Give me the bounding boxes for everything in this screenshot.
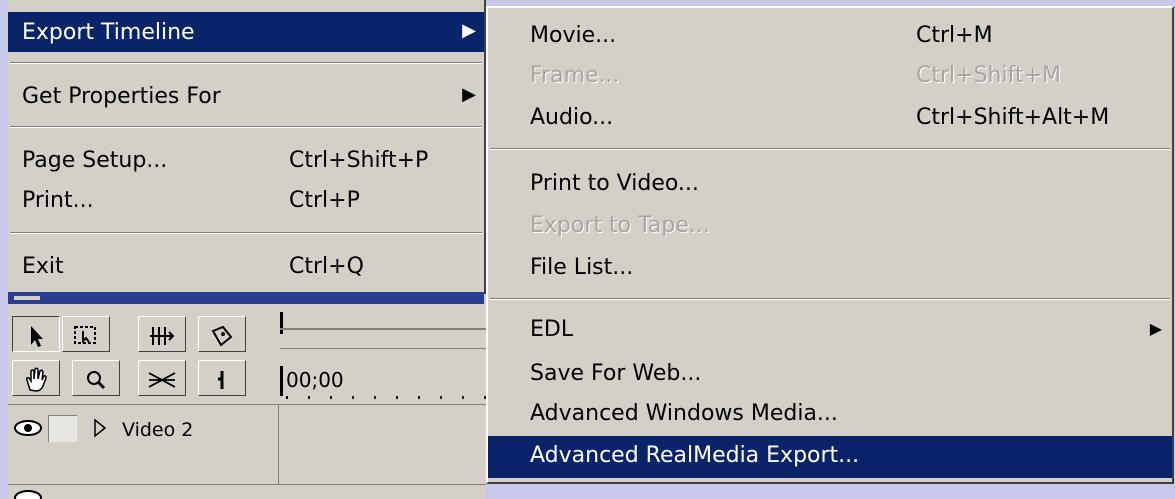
menu-item-shortcut: Ctrl+M <box>916 23 993 48</box>
zoom-icon <box>87 370 106 389</box>
menu-item-label: Page Setup... <box>22 148 168 173</box>
eye-icon[interactable] <box>12 417 44 439</box>
menu-item-label: Exit <box>22 254 64 279</box>
selection-tool-button[interactable] <box>12 316 60 352</box>
track-header-next <box>8 484 486 499</box>
menu-item-shortcut: Ctrl+Q <box>289 254 364 279</box>
menu-item-label: EDL <box>530 317 574 342</box>
timeline-ruler[interactable]: 00;00 <box>278 304 486 404</box>
zoom-tool-button[interactable] <box>72 360 120 396</box>
arrow-icon <box>31 325 43 347</box>
menu-item-label: Movie... <box>530 23 617 48</box>
ruler-line <box>280 348 486 349</box>
track-select-icon <box>150 326 175 345</box>
menu-separator <box>490 298 1170 300</box>
cross-fade-tool-button[interactable] <box>138 360 186 396</box>
ruler-marker <box>280 312 283 334</box>
menu-separator <box>10 126 482 128</box>
submenu-item-print-to-video[interactable]: Print to Video... <box>488 164 1172 204</box>
menu-item-label: Advanced RealMedia Export... <box>530 443 860 468</box>
menu-item-label: Advanced Windows Media... <box>530 401 838 426</box>
submenu-item-advanced-realmedia-export[interactable]: Advanced RealMedia Export... <box>488 436 1172 478</box>
menu-item-shortcut: Ctrl+P <box>289 188 360 213</box>
submenu-item-file-list[interactable]: File List... <box>488 248 1172 288</box>
menu-item-label: Save For Web... <box>530 361 702 386</box>
track-header-video2: Video 2 <box>8 404 278 485</box>
current-time-indicator <box>280 366 283 396</box>
menu-separator <box>490 148 1170 150</box>
submenu-item-edl[interactable]: EDL ▶ <box>488 310 1172 350</box>
menu-separator <box>10 62 482 64</box>
menu-item-export-timeline[interactable]: Export Timeline ▶ <box>8 12 484 52</box>
submenu-arrow-icon: ▶ <box>1149 319 1162 338</box>
file-menu: Export Timeline ▶ Get Properties For ▶ P… <box>8 0 486 294</box>
ruler-ticks <box>286 396 486 399</box>
hand-tool-button[interactable] <box>12 360 60 396</box>
lock-toggle[interactable] <box>48 415 77 442</box>
export-timeline-submenu: Movie... Ctrl+M Frame... Ctrl+Shift+M Au… <box>486 6 1174 484</box>
track-select-tool-button[interactable] <box>138 316 186 352</box>
menu-item-print[interactable]: Print... Ctrl+P <box>8 180 484 220</box>
menu-item-shortcut: Ctrl+Shift+P <box>289 148 429 173</box>
menu-separator <box>10 232 482 234</box>
razor-tool-button[interactable] <box>198 316 246 352</box>
submenu-item-export-to-tape[interactable]: Export to Tape... <box>488 206 1172 246</box>
range-select-icon <box>74 325 96 344</box>
menu-item-label: Get Properties For <box>22 84 221 109</box>
timeline-toolbox <box>8 304 278 404</box>
menu-item-label: Export Timeline <box>22 20 195 45</box>
menu-item-label: Export to Tape... <box>530 213 710 238</box>
submenu-arrow-icon: ▶ <box>462 84 476 105</box>
menu-item-get-properties-for[interactable]: Get Properties For ▶ <box>8 76 484 116</box>
menu-item-exit[interactable]: Exit Ctrl+Q <box>8 246 484 286</box>
cross-fade-icon <box>148 371 176 388</box>
razor-icon <box>211 325 233 347</box>
menu-item-label: Frame... <box>530 63 620 88</box>
hand-icon <box>26 366 47 392</box>
track-name-label: Video 2 <box>122 419 194 441</box>
menu-item-shortcut: Ctrl+Shift+Alt+M <box>916 105 1110 130</box>
submenu-arrow-icon: ▶ <box>462 20 476 41</box>
menu-item-label: File List... <box>530 255 634 280</box>
timecode-label: 00;00 <box>286 368 344 392</box>
submenu-item-frame[interactable]: Frame... Ctrl+Shift+M <box>488 56 1172 96</box>
menu-item-page-setup[interactable]: Page Setup... Ctrl+Shift+P <box>8 140 484 180</box>
eye-icon[interactable] <box>12 487 44 499</box>
edit-point-tool-button[interactable] <box>198 360 246 396</box>
submenu-item-movie[interactable]: Movie... Ctrl+M <box>488 16 1172 56</box>
ruler-line <box>280 328 486 330</box>
edit-point-icon <box>218 370 224 389</box>
menu-item-label: Audio... <box>530 105 614 130</box>
timeline-titlebar[interactable] <box>8 292 484 304</box>
menu-item-shortcut: Ctrl+Shift+M <box>916 63 1061 88</box>
range-select-tool-button[interactable] <box>62 316 110 352</box>
menu-item-label: Print to Video... <box>530 171 699 196</box>
submenu-item-save-for-web[interactable]: Save For Web... <box>488 354 1172 394</box>
track-area-video2[interactable] <box>278 404 487 485</box>
menu-item-label: Print... <box>22 188 94 213</box>
submenu-item-audio[interactable]: Audio... Ctrl+Shift+Alt+M <box>488 98 1172 138</box>
window-control-icon[interactable] <box>14 296 40 300</box>
expand-triangle-icon[interactable] <box>92 417 108 439</box>
submenu-item-advanced-windows-media[interactable]: Advanced Windows Media... <box>488 394 1172 434</box>
